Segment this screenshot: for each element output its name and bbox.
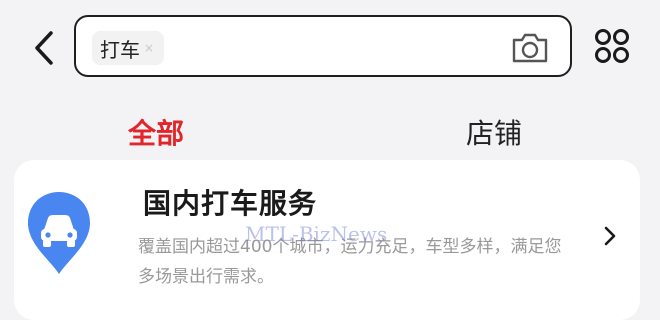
chevron-left-icon	[35, 31, 53, 65]
back-button[interactable]	[28, 26, 60, 70]
tab-all[interactable]: 全部	[128, 112, 184, 152]
car-location-pin-icon	[28, 192, 90, 274]
camera-icon	[512, 33, 548, 63]
search-chip-label: 打车	[100, 37, 140, 62]
service-result-card[interactable]: 国内打车服务 覆盖国内超过400个城市，运力充足，车型多样，满足您多场景出行需求…	[14, 160, 640, 320]
open-service-button[interactable]	[598, 222, 622, 250]
chevron-right-icon	[604, 226, 616, 246]
search-input[interactable]: 打车 ×	[74, 15, 572, 77]
result-tabs: 全部 店铺	[0, 100, 660, 160]
camera-button[interactable]	[510, 30, 550, 64]
service-title: 国内打车服务	[143, 187, 318, 220]
more-menu-button[interactable]	[592, 26, 632, 66]
chip-remove-icon[interactable]: ×	[144, 41, 154, 55]
grid-four-circles-icon	[595, 29, 629, 63]
search-chip[interactable]: 打车 ×	[92, 31, 165, 65]
service-description: 覆盖国内超过400个城市，运力充足，车型多样，满足您多场景出行需求。	[138, 237, 562, 287]
search-header: 打车 ×	[0, 0, 660, 100]
tab-shops[interactable]: 店铺	[466, 112, 522, 152]
